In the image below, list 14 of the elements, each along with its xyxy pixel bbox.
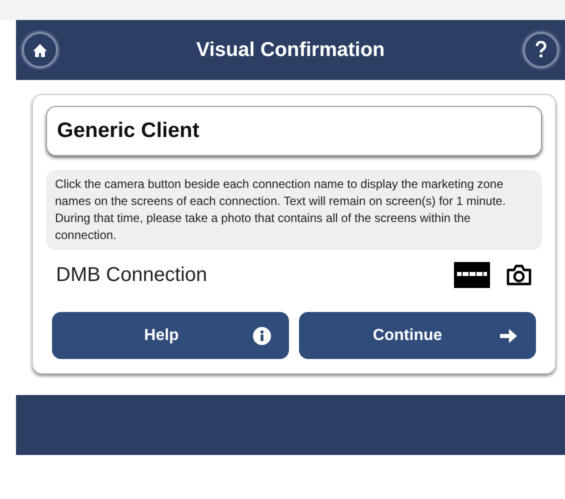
header-title: Visual Confirmation [196, 38, 385, 62]
client-field[interactable]: Generic Client [46, 106, 542, 156]
arrow-right-icon [498, 326, 518, 344]
help-button[interactable]: Help [52, 312, 289, 359]
continue-button[interactable]: Continue [299, 312, 536, 359]
screen-icon [454, 262, 490, 288]
home-icon [32, 42, 48, 58]
question-icon [534, 41, 547, 59]
camera-icon[interactable] [506, 264, 532, 286]
info-icon [253, 326, 271, 344]
home-button[interactable] [22, 32, 58, 68]
help-button[interactable] [522, 32, 559, 68]
connection-name: DMB Connection [56, 264, 208, 286]
instructions-text: Click the camera button beside each connection name to display the marketing zone names on the screens of each connection. Text will remain on screen(s) for 1 minute. During that time, please take a photo that contains all of the screens within the connection. [46, 170, 542, 250]
